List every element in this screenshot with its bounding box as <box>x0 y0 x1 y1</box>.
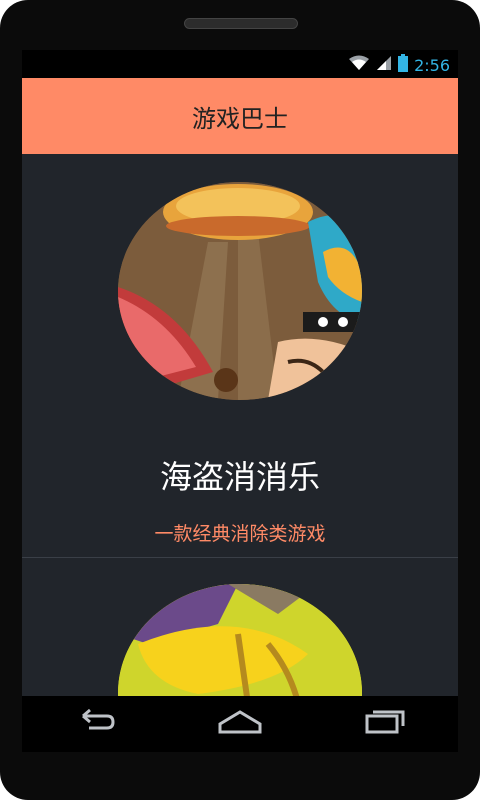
game-description: 一款经典消除类游戏 <box>154 523 326 545</box>
app-title: 游戏巴士 <box>192 104 288 133</box>
phone-speaker <box>184 18 298 29</box>
game-list-item[interactable]: 海盗消消乐 一款经典消除类游戏 <box>22 154 458 558</box>
pirate-game-avatar[interactable] <box>118 182 362 400</box>
signal-icon <box>376 55 392 75</box>
game-name: 海盗消消乐 <box>159 458 320 496</box>
second-game-avatar[interactable] <box>118 584 362 696</box>
back-button[interactable] <box>60 704 130 744</box>
system-nav-bar <box>22 696 458 752</box>
screen: 2:56 游戏巴士 海盗消消乐 一款经典消除类游戏 <box>22 50 458 696</box>
home-icon <box>216 708 264 740</box>
home-button[interactable] <box>205 704 275 744</box>
recents-icon <box>363 708 407 740</box>
back-icon <box>73 708 117 740</box>
game-list[interactable]: 海盗消消乐 一款经典消除类游戏 <box>22 154 458 696</box>
recents-button[interactable] <box>350 704 420 744</box>
status-bar: 2:56 <box>22 50 458 78</box>
app-title-bar: 游戏巴士 <box>22 78 458 154</box>
battery-icon <box>398 54 409 76</box>
wifi-icon <box>348 55 370 75</box>
divider <box>22 557 458 558</box>
status-icons: 2:56 <box>348 54 450 76</box>
phone-frame: 2:56 游戏巴士 海盗消消乐 一款经典消除类游戏 <box>0 0 480 800</box>
status-time: 2:56 <box>414 55 450 75</box>
